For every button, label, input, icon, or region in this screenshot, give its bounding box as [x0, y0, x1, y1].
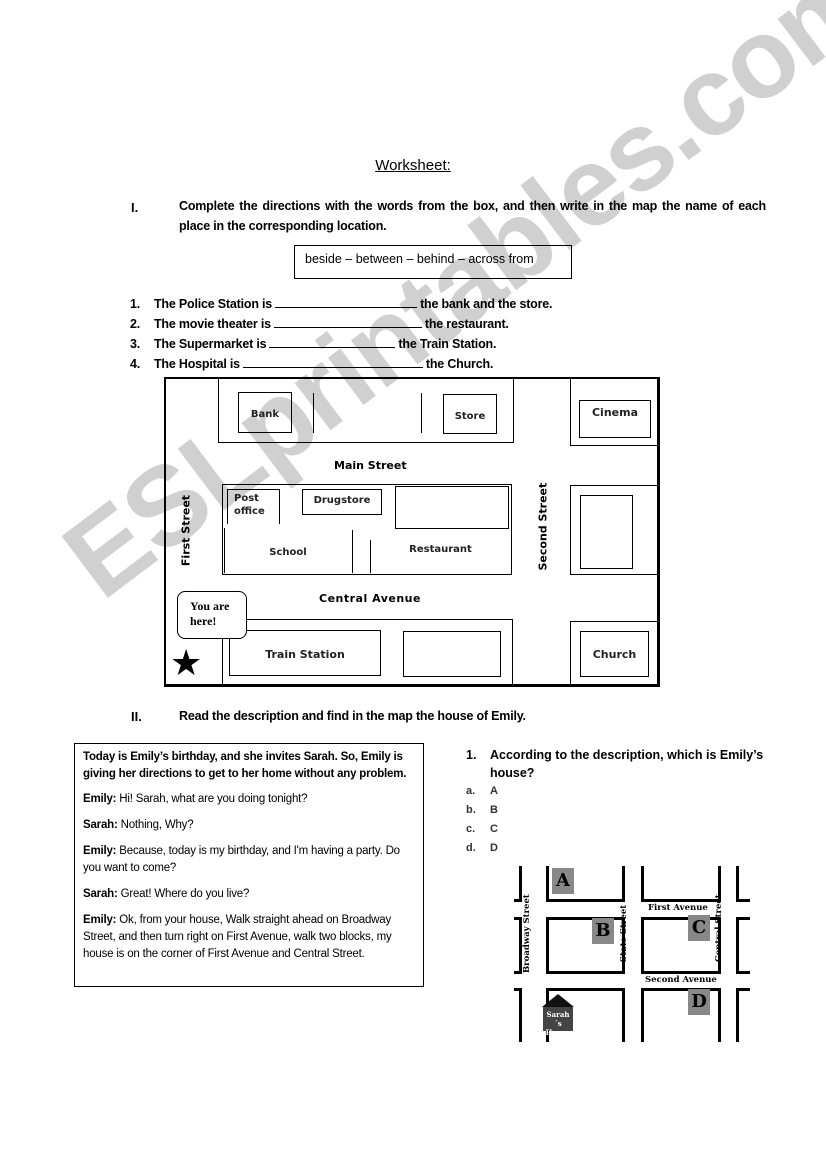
- section-1-instruction: Complete the directions with the words f…: [179, 199, 766, 233]
- option-d[interactable]: d. D: [466, 839, 766, 858]
- divider: [421, 393, 422, 433]
- first-avenue-label: First Avenue: [648, 903, 708, 913]
- dialog-box: Today is Emily’s birthday, and she invit…: [74, 743, 424, 987]
- section-1-number: I.: [131, 200, 139, 215]
- block: [736, 988, 750, 1042]
- second-avenue-label: Second Avenue: [645, 975, 717, 985]
- option-a[interactable]: a. A: [466, 782, 766, 801]
- section-2-number: II.: [131, 709, 142, 724]
- letter-a[interactable]: A: [552, 868, 574, 894]
- post-office-label: Post office: [234, 493, 265, 517]
- central-avenue-label: Central Avenue: [319, 592, 421, 605]
- bank-label: Bank: [250, 409, 280, 420]
- cinema-label: Cinema: [591, 406, 639, 419]
- option-b[interactable]: b. B: [466, 801, 766, 820]
- main-street-label: Main Street: [334, 459, 407, 472]
- town-map: Bank Store Cinema Main Street Post office…: [164, 377, 660, 687]
- question-3: 3. The Supermarket is the Train Station.: [130, 333, 552, 353]
- divider: [313, 393, 314, 433]
- house-roof-icon: [542, 994, 574, 1007]
- star-icon: ★: [170, 642, 203, 683]
- second-street-label: Second Street: [536, 482, 550, 571]
- church-label: Church: [592, 648, 637, 661]
- page-title: Worksheet:: [375, 157, 451, 174]
- divider: [352, 530, 353, 573]
- question-4: 4. The Hospital is the Church.: [130, 353, 552, 373]
- question-1: 1. The Police Station is the bank and the …: [130, 293, 552, 313]
- empty-right-box[interactable]: [580, 495, 633, 569]
- block: [514, 988, 522, 1042]
- you-are-here-bubble: You are here!: [177, 591, 247, 639]
- store-label: Store: [454, 411, 486, 422]
- dialog-line: Emily: Because, today is my birthday, an…: [83, 845, 400, 874]
- dialog-line: Emily: Ok, from your house, Walk straigh…: [83, 914, 392, 960]
- sarah-house-icon: Sarah´s House: [543, 1007, 573, 1037]
- answer-blank-2[interactable]: [273, 313, 422, 328]
- word-box: beside – between – behind – across from: [294, 245, 572, 279]
- option-c[interactable]: c. C: [466, 820, 766, 839]
- first-street-label: First Street: [179, 494, 193, 567]
- block: [514, 917, 522, 974]
- dialog-line: Sarah: Nothing, Why?: [83, 819, 194, 831]
- section-2-instruction: Read the description and find in the map…: [179, 709, 526, 723]
- answer-blank-1[interactable]: [275, 293, 418, 308]
- answer-blank-4[interactable]: [242, 353, 423, 368]
- drugstore-label: Drugstore: [313, 495, 371, 506]
- answer-blank-3[interactable]: [269, 333, 396, 348]
- divider: [511, 540, 512, 573]
- block: [641, 866, 721, 902]
- train-station-label: Train Station: [265, 648, 345, 661]
- restaurant-label: Restaurant: [409, 544, 472, 555]
- block: [736, 866, 750, 902]
- school-label: School: [269, 547, 307, 558]
- empty-lot-box[interactable]: [395, 486, 509, 529]
- block: [736, 917, 750, 974]
- block: [514, 866, 522, 902]
- letter-c[interactable]: C: [688, 915, 710, 941]
- broadway-street-label: Broadway Street: [522, 894, 532, 973]
- dialog-line: Emily: Hi! Sarah, what are you doing ton…: [83, 793, 308, 805]
- question-emily-house: 1. According to the description, which i…: [466, 746, 766, 858]
- empty-bottom-box[interactable]: [403, 631, 501, 677]
- letter-b[interactable]: B: [592, 918, 614, 944]
- central-street-label: Central Street: [714, 894, 724, 962]
- question-list: 1. The Police Station is the bank and the …: [130, 293, 552, 373]
- small-map: A B C D First Avenue Second Avenue Broad…: [514, 866, 750, 1042]
- question-2: 2. The movie theater is the restaurant.: [130, 313, 552, 333]
- letter-d[interactable]: D: [688, 989, 710, 1015]
- state-street-label: State Street: [619, 904, 629, 962]
- dialog-intro: Today is Emily’s birthday, and she invit…: [83, 751, 407, 780]
- dialog-line: Sarah: Great! Where do you live?: [83, 888, 250, 900]
